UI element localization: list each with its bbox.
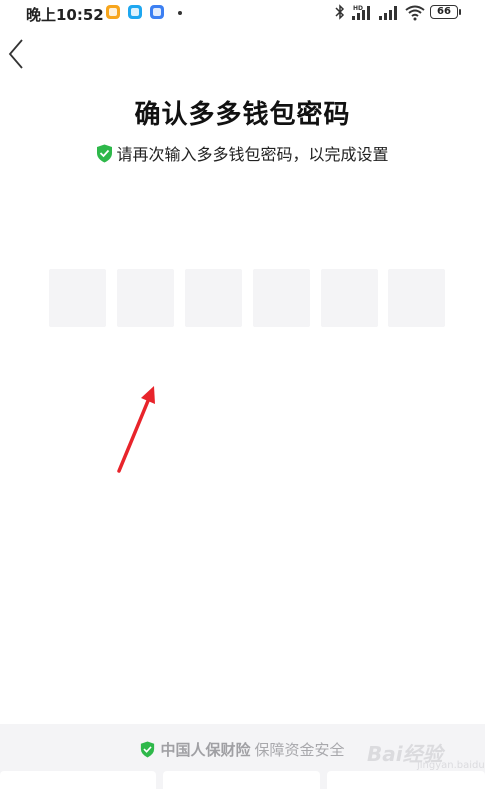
shield-check-icon xyxy=(97,144,113,162)
watermark: Bai经验 jingyan.baidu.com xyxy=(367,734,485,774)
back-button[interactable] xyxy=(2,36,32,72)
bluetooth-icon xyxy=(335,4,345,20)
shield-check-icon xyxy=(141,741,155,757)
notification-app-icon xyxy=(128,5,142,19)
pin-digit-box[interactable] xyxy=(49,269,106,327)
status-bar: 晚上10:52 HD 66 xyxy=(0,0,485,26)
insurer-brand: 中国人保财险 xyxy=(160,740,251,759)
chevron-left-icon xyxy=(8,39,23,69)
battery-icon: 66 xyxy=(430,5,458,19)
annotation-arrow-icon xyxy=(117,386,155,473)
wifi-icon xyxy=(405,5,425,21)
watermark-url: jingyan.baidu.com xyxy=(417,760,485,771)
keypad-key[interactable] xyxy=(0,771,156,789)
pin-digit-box[interactable] xyxy=(185,269,242,327)
security-text: 保障资金安全 xyxy=(254,740,345,759)
svg-text:HD: HD xyxy=(353,5,363,12)
pin-digit-box[interactable] xyxy=(321,269,378,327)
notification-app-icon xyxy=(150,5,164,19)
pin-input[interactable] xyxy=(49,269,446,327)
signal-icon xyxy=(379,6,397,20)
page-title: 确认多多钱包密码 xyxy=(134,100,351,130)
subtitle-row: 请再次输入多多钱包密码，以完成设置 xyxy=(0,142,485,164)
pin-digit-box[interactable] xyxy=(253,269,310,327)
subtitle: 请再次输入多多钱包密码，以完成设置 xyxy=(116,145,389,164)
signal-hd-icon: HD xyxy=(352,5,370,20)
status-time: 晚上10:52 xyxy=(26,6,104,24)
more-notifications-dot xyxy=(178,11,182,15)
battery-tip xyxy=(459,9,461,15)
notification-app-icon xyxy=(106,5,120,19)
pin-digit-box[interactable] xyxy=(117,269,174,327)
pin-digit-box[interactable] xyxy=(388,269,445,327)
keypad-key[interactable] xyxy=(163,771,320,789)
